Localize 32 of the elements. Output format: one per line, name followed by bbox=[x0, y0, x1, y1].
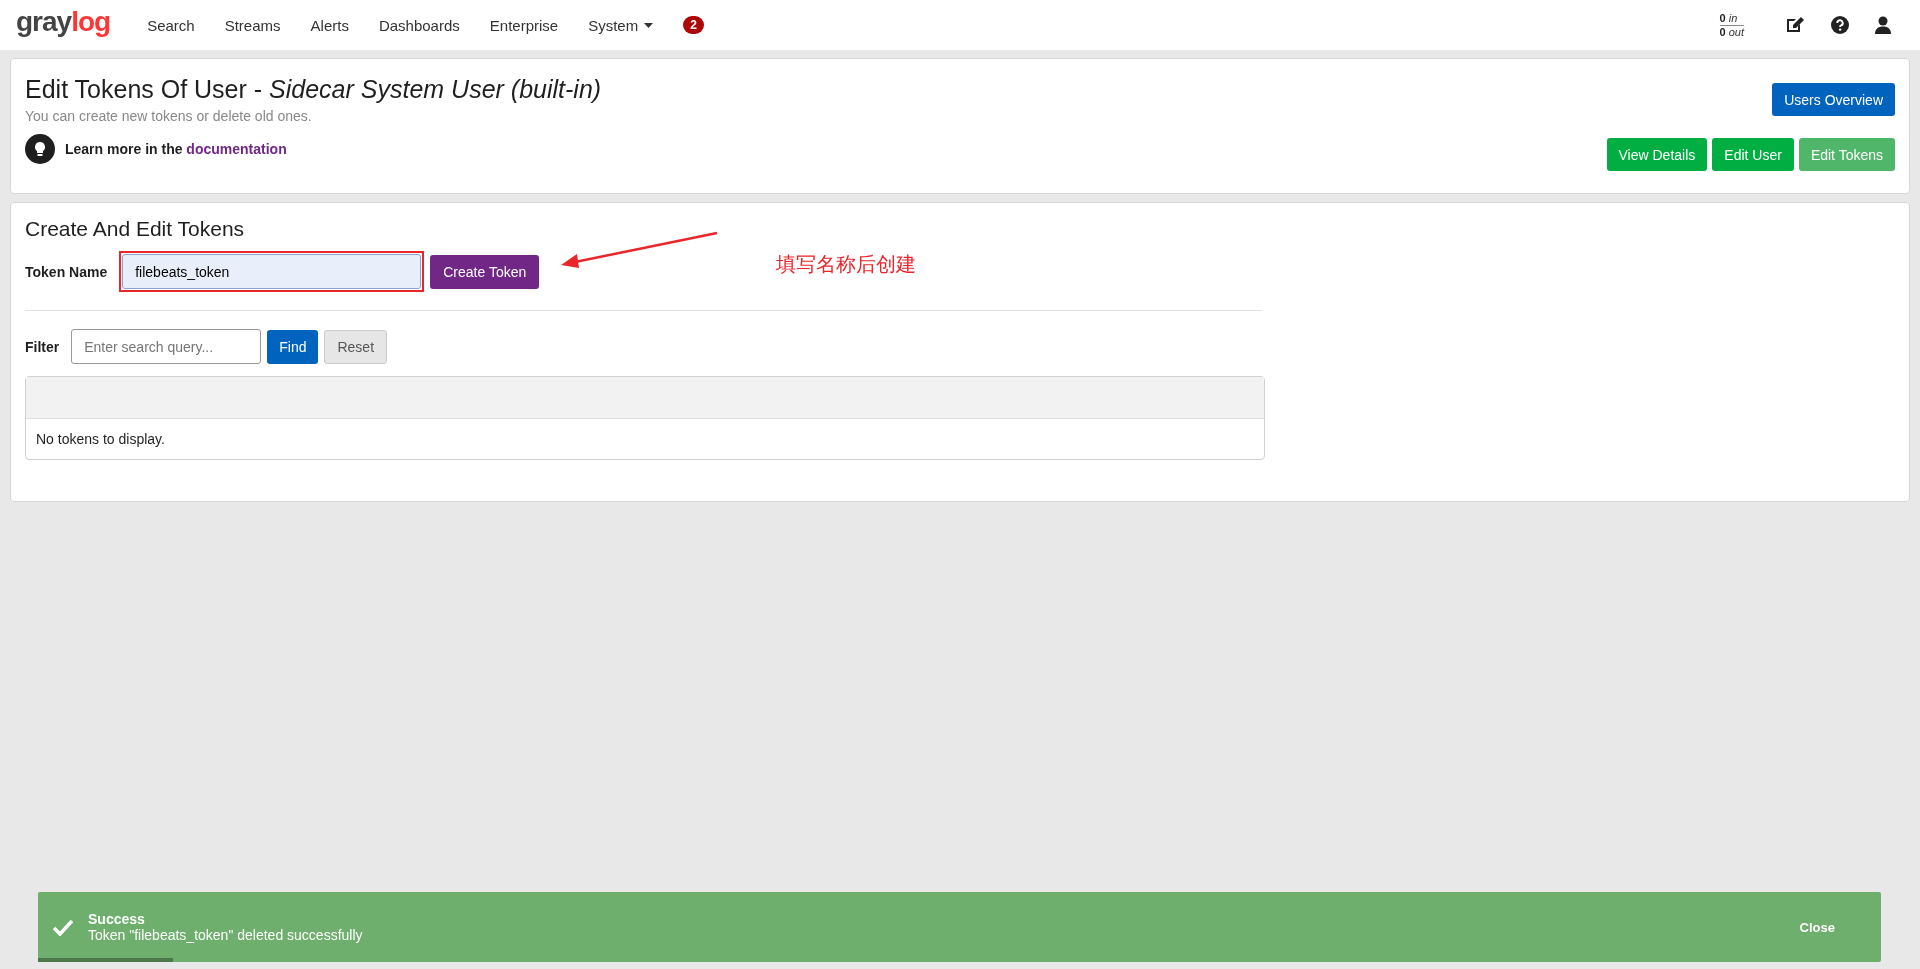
token-name-label: Token Name bbox=[25, 263, 108, 280]
empty-message: No tokens to display. bbox=[36, 431, 165, 447]
throughput-counter[interactable]: 0 in 0 out bbox=[1719, 11, 1744, 39]
page-title: Edit Tokens Of User - Sidecar System User (built-in) bbox=[25, 75, 603, 104]
page-subtitle: You can create new tokens or delete old ones. bbox=[25, 108, 313, 124]
reset-button[interactable]: Reset bbox=[324, 329, 388, 364]
section-heading: Create And Edit Tokens bbox=[25, 217, 246, 241]
create-token-button[interactable]: Create Token bbox=[430, 254, 540, 289]
help-icon[interactable] bbox=[1831, 16, 1849, 34]
documentation-link[interactable]: documentation bbox=[186, 141, 287, 157]
token-name-field[interactable]: filebeats_token bbox=[122, 254, 422, 289]
annotation-note: 填写名称后创建 bbox=[776, 251, 916, 278]
nav-link[interactable]: Alerts bbox=[310, 16, 349, 34]
check-icon bbox=[52, 918, 74, 936]
notification-badge[interactable]: 2 bbox=[683, 16, 704, 34]
lightbulb-icon bbox=[25, 134, 55, 164]
users-overview-button[interactable]: Users Overview bbox=[1772, 83, 1895, 116]
filter-field[interactable]: Enter search query... bbox=[71, 329, 262, 364]
find-button[interactable]: Find bbox=[267, 329, 319, 364]
nav-link[interactable]: Dashboards bbox=[378, 16, 460, 34]
learn-more-text: Learn more in the documentation bbox=[65, 141, 287, 157]
nav-link[interactable]: Search bbox=[147, 16, 195, 34]
caret-icon bbox=[644, 22, 654, 28]
toast-message: Token "filebeats_token" deleted successfully bbox=[88, 927, 364, 943]
edit-icon[interactable] bbox=[1785, 16, 1805, 34]
nav-link[interactable]: Streams bbox=[224, 16, 281, 34]
filter-label: Filter bbox=[25, 338, 60, 355]
nav-dropdown[interactable]: System bbox=[588, 16, 654, 34]
nav-link[interactable]: Enterprise bbox=[489, 16, 559, 34]
toast-title: Success bbox=[88, 911, 146, 927]
user-icon[interactable] bbox=[1875, 16, 1891, 34]
graylog-logo[interactable]: graylog bbox=[16, 6, 111, 38]
